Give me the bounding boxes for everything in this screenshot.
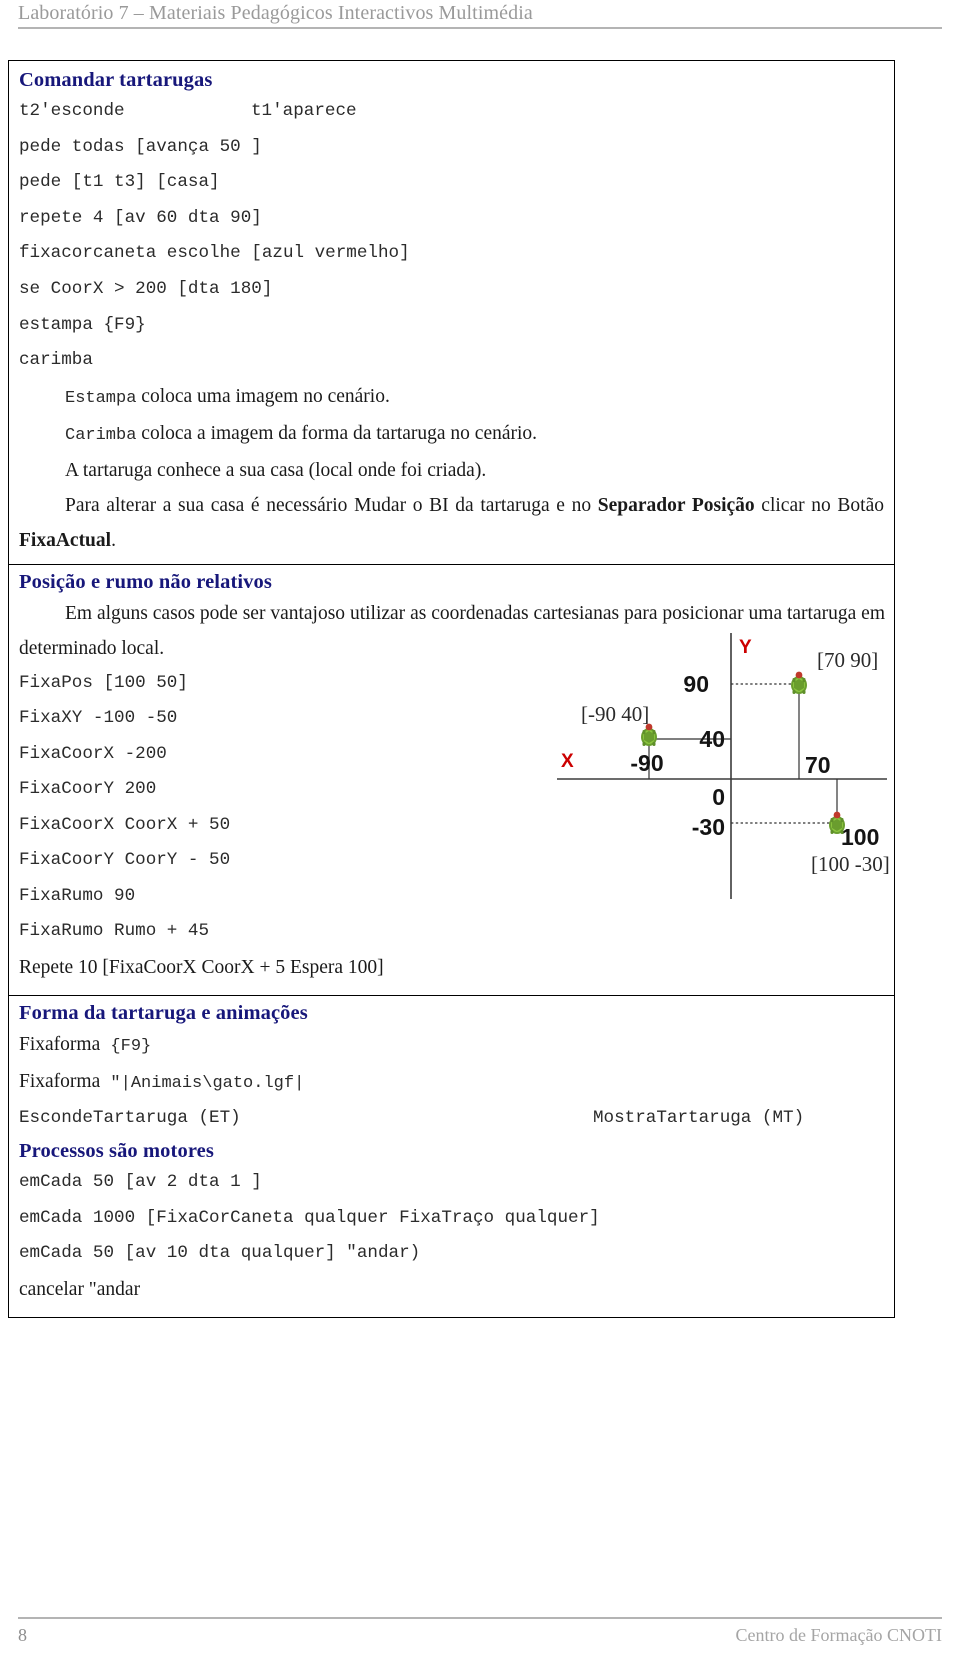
code-line-pair: t2'esconde t1'aparece — [19, 94, 884, 130]
code-line: pede todas [avança 50 ] — [19, 136, 262, 157]
code-line: carimba — [19, 350, 93, 371]
keyword-estampa: Estampa — [65, 388, 137, 408]
point-label-70-90: [70 90] — [817, 648, 878, 672]
paragraph-alterar-casa: Para alterar a sua casa é necessário Mud… — [19, 488, 884, 558]
code-line: emCada 50 [av 10 dta qualquer] "andar) — [19, 1243, 421, 1264]
emphasis-separador-posicao: Separador Posição — [597, 494, 755, 516]
code-line: emCada 1000 [FixaCorCaneta qualquer Fixa… — [19, 1207, 600, 1228]
code-line-pair-esconde-mostra: EscondeTartaruga (ET) MostraTartaruga (M… — [19, 1101, 884, 1137]
footer-organization: Centro de Formação CNOTI — [735, 1625, 942, 1645]
code-line: FixaPos [100 50] — [19, 672, 188, 693]
section-heading-forma: Forma da tartaruga e animações — [19, 1001, 308, 1024]
keyword-fixaforma: Fixaforma — [19, 1033, 101, 1055]
section-comandar-tartarugas: Comandar tartarugas t2'esconde t1'aparec… — [9, 61, 894, 564]
code-line: FixaCoorX -200 — [19, 743, 167, 764]
code-line: FixaCoorY 200 — [19, 779, 157, 800]
axis-label-x: X — [561, 751, 574, 772]
x-tick-100: 100 — [841, 824, 879, 850]
keyword-fixaforma-2: Fixaforma — [19, 1070, 101, 1092]
code-esconde-tartaruga: EscondeTartaruga (ET) — [19, 1107, 241, 1128]
footer-divider — [18, 1617, 942, 1619]
page-header: Laboratório 7 – Materiais Pedagógicos In… — [0, 0, 960, 42]
code-line: estampa {F9} — [19, 314, 146, 335]
y-tick-0: 0 — [712, 784, 725, 810]
paragraph-alterar-d: . — [111, 529, 116, 551]
code-line: FixaXY -100 -50 — [19, 708, 178, 729]
content-frame: Comandar tartarugas t2'esconde t1'aparec… — [8, 60, 895, 1318]
y-tick-40: 40 — [699, 726, 725, 752]
argument-gato-path: "|Animais\gato.lgf| — [100, 1073, 305, 1093]
y-tick-minus30: -30 — [692, 814, 725, 840]
point-label-100-minus30: [100 -30] — [811, 852, 890, 876]
code-line-fixaforma-gato: Fixaforma "|Animais\gato.lgf| — [19, 1064, 884, 1101]
code-line-repete: Repete 10 [FixaCoorX CoorX + 5 Espera 10… — [19, 956, 384, 978]
code-line-cancelar: cancelar "andar — [19, 1278, 141, 1300]
paragraph-carimba: Carimba coloca a imagem da forma da tart… — [19, 416, 884, 453]
emphasis-fixaactual: FixaActual — [19, 529, 112, 551]
code-line: emCada 50 [av 2 dta 1 ] — [19, 1172, 262, 1193]
code-mostra-tartaruga: MostraTartaruga (MT) — [593, 1107, 805, 1128]
point-label-minus90-40: [-90 40] — [581, 702, 649, 726]
keyword-carimba: Carimba — [65, 425, 137, 445]
paragraph-alterar-a: Para alterar a sua casa é necessário Mud… — [65, 494, 598, 516]
turtle-icon — [829, 811, 845, 834]
code-line-fixaforma-f9: Fixaforma {F9} — [19, 1027, 884, 1064]
turtle-icon — [791, 671, 807, 694]
section-heading-posicao: Posição e rumo não relativos — [19, 570, 272, 593]
code-line: FixaRumo 90 — [19, 885, 136, 906]
code-t2-esconde: t2'esconde — [19, 101, 125, 121]
argument-f9: {F9} — [100, 1036, 152, 1056]
code-t1-aparece: t1'aparece — [251, 101, 357, 121]
section-posicao-rumo: Posição e rumo não relativos Em alguns c… — [9, 563, 894, 995]
code-line: pede [t1 t3] [casa] — [19, 172, 220, 193]
y-tick-90: 90 — [683, 671, 709, 697]
code-line: fixacorcaneta escolhe [azul vermelho] — [19, 243, 410, 264]
code-line: FixaCoorY CoorY - 50 — [19, 850, 231, 871]
paragraph-carimba-text: coloca a imagem da forma da tartaruga no… — [136, 422, 538, 444]
footer-page-number: 8 — [18, 1625, 27, 1645]
paragraph-casa: A tartaruga conhece a sua casa (local on… — [65, 459, 487, 481]
turtle-icon — [641, 723, 657, 746]
x-tick-minus90: -90 — [630, 750, 663, 776]
paragraph-alterar-c: clicar no Botão — [754, 494, 884, 516]
code-line: FixaRumo Rumo + 45 — [19, 921, 210, 942]
code-line: se CoorX > 200 [dta 180] — [19, 278, 273, 299]
paragraph-estampa: Estampa coloca uma imagem no cenário. — [19, 379, 884, 416]
x-tick-70: 70 — [805, 752, 831, 778]
cartesian-coordinates-diagram: X Y 90 40 0 -30 -90 70 100 [-90 40] [70 … — [549, 601, 894, 901]
paragraph-estampa-text: coloca uma imagem no cenário. — [136, 385, 390, 407]
axis-label-y: Y — [739, 637, 752, 658]
section-heading-processos: Processos são motores — [19, 1140, 214, 1163]
header-divider — [18, 27, 942, 29]
section-heading-comandar: Comandar tartarugas — [19, 69, 213, 91]
code-line: repete 4 [av 60 dta 90] — [19, 207, 262, 228]
code-line: FixaCoorX CoorX + 50 — [19, 814, 231, 835]
header-title: Laboratório 7 – Materiais Pedagógicos In… — [18, 2, 533, 24]
section-forma-tartaruga: Forma da tartaruga e animações Fixaforma… — [9, 994, 894, 1317]
